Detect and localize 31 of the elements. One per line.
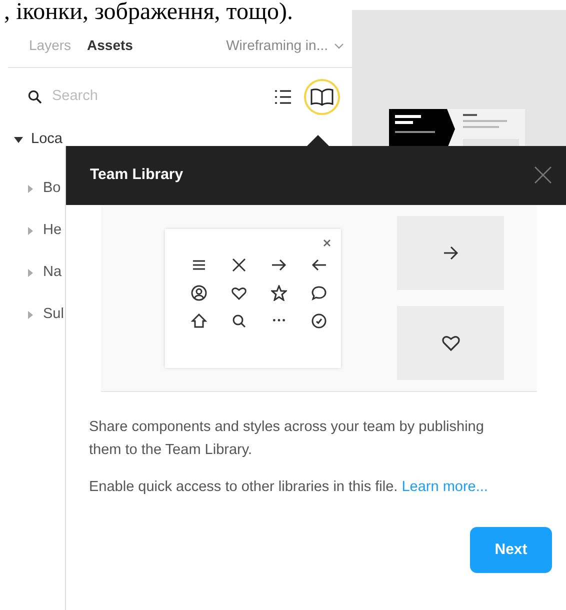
library-button[interactable] (304, 79, 340, 115)
close-icon (323, 238, 331, 246)
star-icon (271, 284, 287, 300)
dialog-title: Team Library (90, 165, 184, 186)
heart-icon (231, 284, 247, 300)
user-icon (191, 284, 207, 300)
arrow-right-icon (442, 246, 458, 260)
description-text: Enable quick access to other libraries in this file. Learn more... (89, 478, 489, 497)
component-group[interactable]: Na (43, 262, 62, 284)
arrow-left-icon (311, 256, 327, 272)
component-group[interactable]: Sul (43, 304, 64, 326)
more-icon (273, 319, 285, 322)
search-icon (28, 90, 42, 104)
chat-bubble-icon (311, 284, 327, 300)
panel-tab[interactable]: Assets (87, 35, 141, 56)
check-circle-icon (311, 312, 327, 328)
home-icon (191, 312, 207, 328)
book-icon (310, 88, 334, 106)
chevron-down-icon (334, 42, 344, 48)
section-title[interactable]: Loca (31, 129, 62, 151)
description-text: Share components and styles across your team by publishing them to the Team Library. (89, 418, 485, 460)
search-icon (231, 312, 247, 328)
close-icon (231, 256, 247, 272)
component-group[interactable]: Bo (43, 178, 61, 200)
list-view-button[interactable] (274, 89, 292, 105)
heart-icon (442, 335, 460, 351)
caption-text: , іконки, зображення, тощо). (3, 0, 294, 24)
component-group[interactable]: He (43, 220, 62, 242)
file-menu[interactable]: Wireframing in... (226, 35, 344, 56)
list-icon (274, 89, 292, 105)
arrow-right-icon (271, 256, 287, 272)
